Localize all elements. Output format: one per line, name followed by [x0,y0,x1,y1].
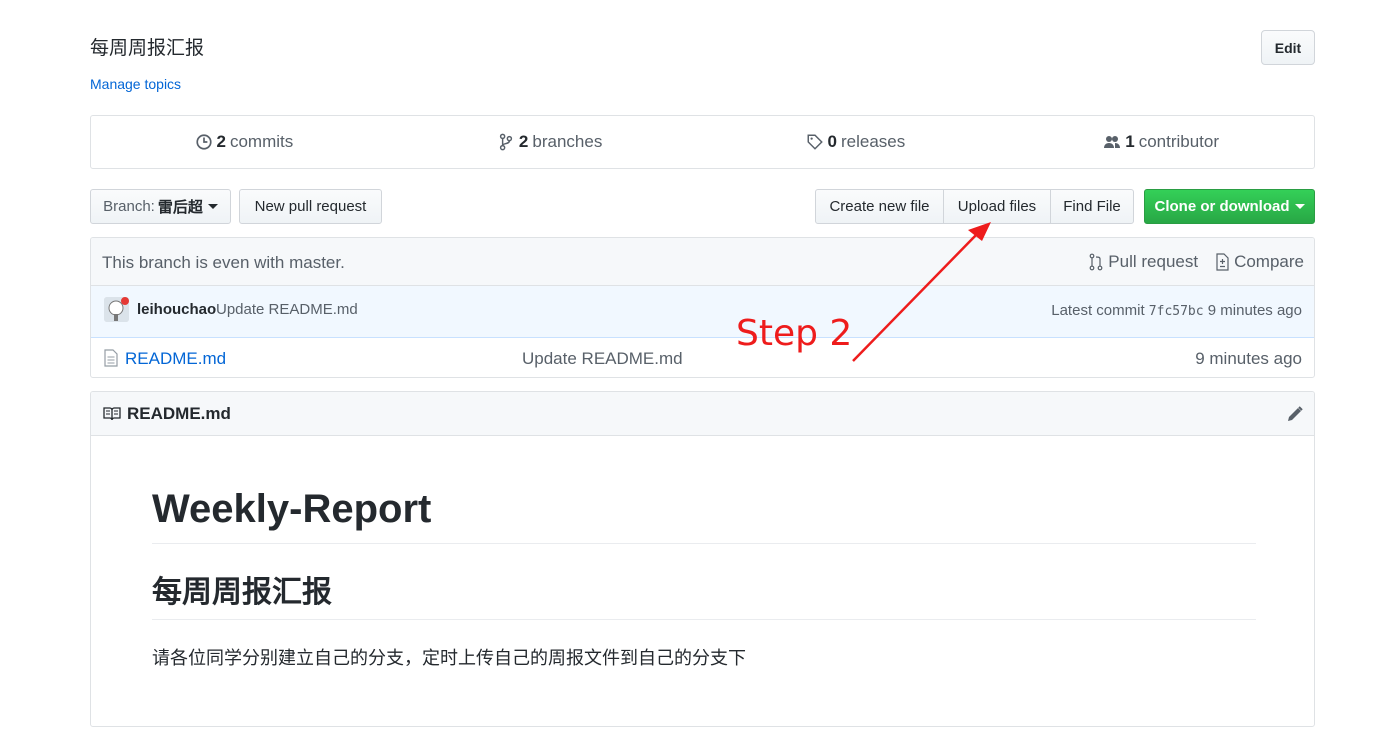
file-age: 9 minutes ago [1195,349,1302,368]
new-pull-request-button[interactable]: New pull request [239,189,382,224]
step-label: Step 2 [736,313,853,354]
caret-down-icon [207,204,218,209]
branch-select-button[interactable]: Branch: 雷后超 [90,189,231,224]
readme-content: Weekly-Report 每周周报汇报 请各位同学分别建立自己的分支，定时上传… [152,436,1256,670]
readme-panel: README.md Weekly-Report 每周周报汇报 请各位同学分别建立… [90,391,1315,727]
git-pull-request-icon [1089,253,1103,271]
tag-icon [807,134,823,150]
releases-label: releases [840,132,906,151]
commits-label: commits [229,132,294,151]
latest-commit-label: Latest commit [1051,302,1145,319]
find-file-button[interactable]: Find File [1050,189,1134,224]
commits-count: 2 [216,132,226,151]
contributors-label: contributor [1138,132,1220,151]
upload-files-button[interactable]: Upload files [943,189,1051,224]
compare-link[interactable]: Compare [1214,252,1304,272]
latest-commit-info: Latest commit 7fc57bc 9 minutes ago [1051,302,1302,319]
contributors-link[interactable]: 1 contributor [1008,116,1314,168]
contributors-count: 1 [1125,132,1135,151]
pencil-icon[interactable] [1286,405,1304,423]
caret-down-icon [1294,204,1305,209]
branch-prefix: Branch: [103,198,155,215]
branches-label: branches [532,132,603,151]
file-name-link[interactable]: README.md [125,349,226,369]
latest-commit-bar: leihouchao Update README.md Latest commi… [91,286,1314,338]
commit-sha[interactable]: 7fc57bc [1149,304,1204,319]
branches-count: 2 [518,132,529,151]
readme-h2: 每周周报汇报 [152,576,1256,620]
pull-request-link[interactable]: Pull request [1088,252,1198,272]
releases-link[interactable]: 0 releases [703,116,1009,168]
repo-numbers-summary: 2 commits 2 branches 0 releases 1 contri… [90,115,1315,169]
readme-h1: Weekly-Report [152,489,1256,544]
book-icon [103,407,121,421]
file-navigation-box: This branch is even with master. Pull re… [90,237,1315,378]
avatar[interactable] [104,297,129,322]
file-row: README.md Update README.md 9 minutes ago [91,338,1314,377]
clone-label: Clone or download [1154,198,1290,215]
file-commit-message[interactable]: Update README.md [522,349,683,369]
commit-author[interactable]: leihouchao [137,301,216,318]
readme-header: README.md [91,392,1314,436]
branch-status-message: This branch is even with master. [102,253,345,272]
readme-title: README.md [127,404,231,423]
commit-message[interactable]: Update README.md [216,301,358,318]
file-icon [104,349,118,367]
edit-button[interactable]: Edit [1261,30,1315,65]
history-icon [195,134,212,150]
clone-or-download-button[interactable]: Clone or download [1144,189,1315,224]
branches-link[interactable]: 2 branches [397,116,703,168]
pull-request-label: Pull request [1108,252,1199,271]
people-icon [1104,136,1121,148]
branch-infobar: This branch is even with master. Pull re… [91,238,1314,286]
releases-count: 0 [827,132,837,151]
branch-name: 雷后超 [157,199,203,216]
git-branch-icon [499,133,513,151]
readme-paragraph: 请各位同学分别建立自己的分支，定时上传自己的周报文件到自己的分支下 [152,648,746,668]
commits-link[interactable]: 2 commits [91,116,397,168]
manage-topics-link[interactable]: Manage topics [90,76,181,92]
commit-age: 9 minutes ago [1207,302,1302,319]
repo-description: 每周周报汇报 [90,38,205,59]
diff-icon [1216,253,1229,271]
compare-label: Compare [1234,252,1304,271]
create-new-file-button[interactable]: Create new file [815,189,944,224]
